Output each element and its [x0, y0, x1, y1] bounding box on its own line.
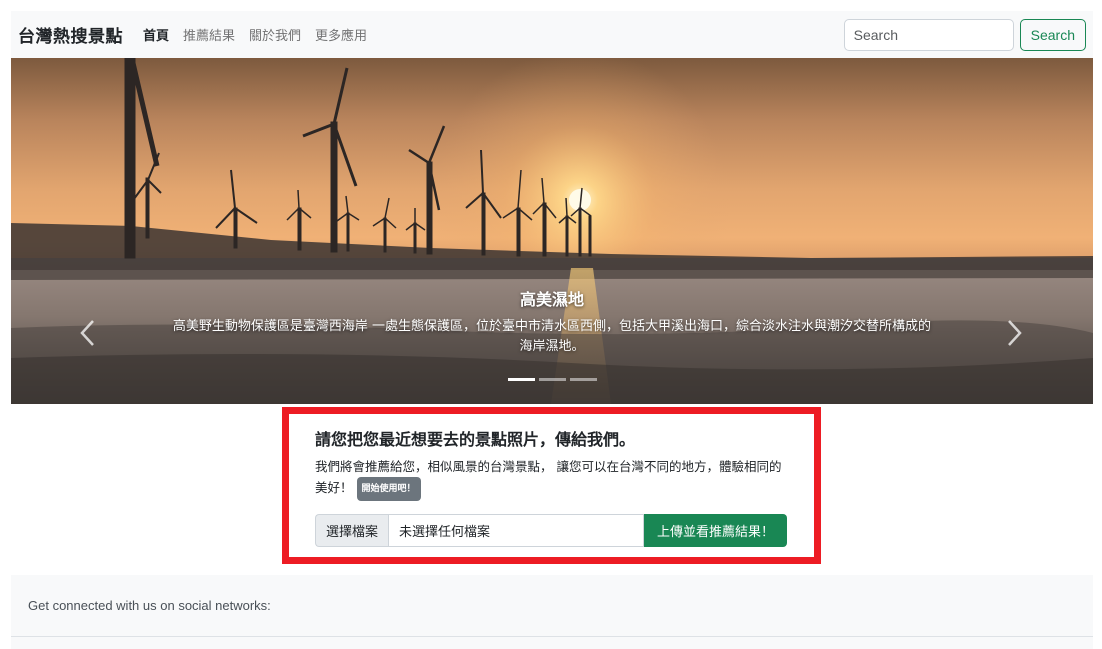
chevron-left-icon	[80, 320, 94, 346]
carousel-indicator-1[interactable]	[507, 378, 535, 381]
carousel-caption: 高美濕地 高美野生動物保護區是臺灣西海岸 一處生態保護區，位於臺中市清水區西側，…	[11, 286, 1093, 357]
carousel-indicators	[11, 378, 1093, 381]
nav-link-home[interactable]: 首頁	[143, 25, 169, 44]
search-input[interactable]	[843, 18, 1014, 51]
choose-file-button[interactable]: 選擇檔案	[315, 514, 389, 547]
upload-title: 請您把您最近想要去的景點照片，傳給我們。	[315, 430, 636, 449]
nav-link-about[interactable]: 關於我們	[249, 25, 301, 44]
search-form: Search	[843, 18, 1086, 51]
file-upload-group: 選擇檔案 未選擇任何檔案 上傳並看推薦結果！	[315, 514, 787, 547]
upload-submit-button[interactable]: 上傳並看推薦結果！	[643, 514, 787, 547]
nav-link-more-apps[interactable]: 更多應用	[315, 25, 367, 44]
footer: Get connected with us on social networks…	[11, 575, 1093, 649]
nav-link-results[interactable]: 推薦結果	[183, 25, 235, 44]
navbar: 台灣熱搜景點 首頁 推薦結果 關於我們 更多應用 Search	[11, 11, 1093, 58]
carousel-next-button[interactable]	[999, 313, 1029, 353]
hero-carousel: 高美濕地 高美野生動物保護區是臺灣西海岸 一處生態保護區，位於臺中市清水區西側，…	[11, 58, 1093, 404]
file-status-text[interactable]: 未選擇任何檔案	[388, 514, 644, 547]
brand-title[interactable]: 台灣熱搜景點	[18, 22, 123, 47]
carousel-prev-button[interactable]	[73, 313, 103, 353]
carousel-indicator-2[interactable]	[538, 378, 566, 381]
carousel-caption-title: 高美濕地	[519, 290, 584, 309]
upload-card: 請您把您最近想要去的景點照片，傳給我們。 我們將會推薦給您，相似風景的台灣景點，…	[282, 407, 821, 564]
upload-description: 我們將會推薦給您，相似風景的台灣景點， 讓您可以在台灣不同的地方，體驗相同的美好…	[315, 457, 785, 501]
nav-links: 首頁 推薦結果 關於我們 更多應用	[143, 25, 381, 44]
get-started-badge: 開始使用吧！	[356, 477, 421, 501]
chevron-right-icon	[1008, 320, 1022, 346]
footer-social-section: Get connected with us on social networks…	[11, 575, 1093, 637]
carousel-indicator-3[interactable]	[569, 378, 597, 381]
carousel-caption-text: 高美野生動物保護區是臺灣西海岸 一處生態保護區，位於臺中市清水區西側，包括大甲溪…	[172, 319, 932, 354]
search-button[interactable]: Search	[1019, 18, 1086, 51]
footer-social-text: Get connected with us on social networks…	[28, 598, 271, 613]
